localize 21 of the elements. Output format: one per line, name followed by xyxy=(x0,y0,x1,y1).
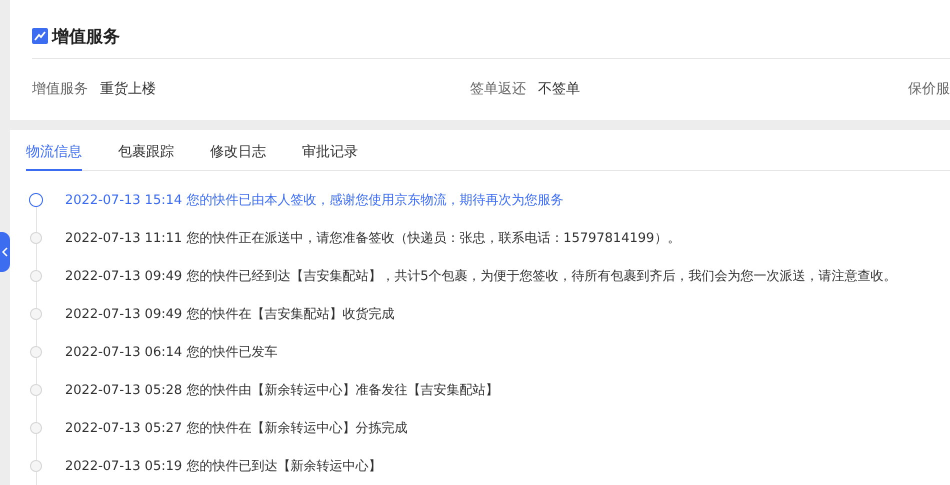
tab[interactable]: 物流信息 xyxy=(26,130,82,171)
tab[interactable]: 修改日志 xyxy=(210,130,266,171)
timeline-entry: 2022-07-13 06:14 您的快件已发车 xyxy=(65,344,278,361)
field-label: 保价服 xyxy=(908,80,950,98)
section-title: 增值服务 xyxy=(52,26,120,48)
field-label: 增值服务 xyxy=(32,80,88,98)
timeline-entry: 2022-07-13 05:28 您的快件由【新余转运中心】准备发往【吉安集配站】 xyxy=(65,382,498,399)
timeline-entry: 2022-07-13 05:27 您的快件在【新余转运中心】分拣完成 xyxy=(65,420,408,437)
field-value: 不签单 xyxy=(538,80,580,98)
timeline-entry: 2022-07-13 05:19 您的快件已到达【新余转运中心】 xyxy=(65,458,382,475)
trend-chart-icon xyxy=(32,28,48,44)
timeline-entry: 2022-07-13 09:49 您的快件已经到达【吉安集配站】，共计5个包裹，为便于您签收，待所有包裹到齐后，我们会为您一次派送，请注意查收。 xyxy=(65,268,897,285)
timeline-entry: 2022-07-13 15:14 您的快件已由本人签收，感谢您使用京东物流，期待再次为您服务 xyxy=(65,192,564,209)
collapse-handle[interactable] xyxy=(0,232,10,272)
tab[interactable]: 审批记录 xyxy=(302,130,358,171)
timeline-entry: 2022-07-13 11:11 您的快件正在派送中，请您准备签收（快递员：张忠，联系电话：15797814199）。 xyxy=(65,230,680,247)
tab[interactable]: 包裹跟踪 xyxy=(118,130,174,171)
field-value: 重货上楼 xyxy=(100,80,156,98)
chevron-left-icon xyxy=(2,247,8,257)
timeline-entry: 2022-07-13 09:49 您的快件在【吉安集配站】收货完成 xyxy=(65,306,394,323)
field-label: 签单返还 xyxy=(470,80,526,98)
